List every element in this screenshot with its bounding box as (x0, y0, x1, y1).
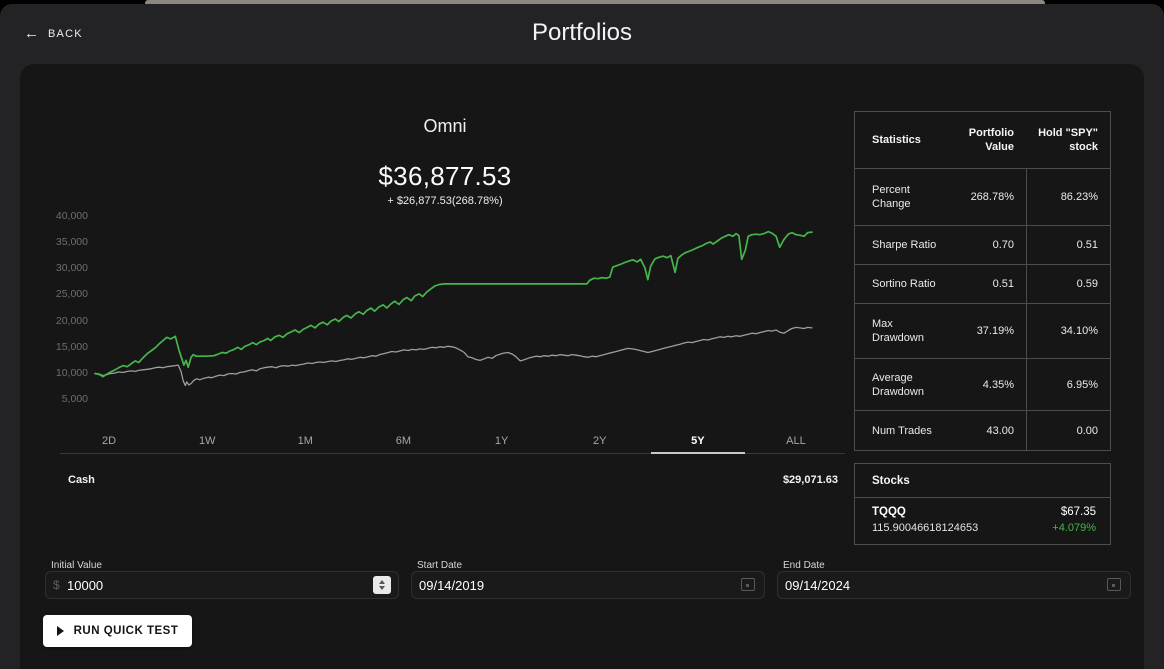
stepper-up-icon (379, 580, 385, 584)
stat-label: Sortino Ratio (855, 265, 942, 303)
stat-label: Max Drawdown (855, 304, 942, 358)
stat-portfolio-value: 0.70 (942, 226, 1026, 264)
stats-row: Average Drawdown4.35%6.95% (855, 359, 1110, 411)
y-axis-label: 10,000 (30, 367, 88, 379)
stat-spy-value: 0.00 (1026, 411, 1110, 450)
range-tab-1w[interactable]: 1W (158, 428, 256, 453)
range-tab-2d[interactable]: 2D (60, 428, 158, 453)
stocks-panel-title: Stocks (855, 464, 1110, 498)
run-quick-test-button[interactable]: RUN QUICK TEST (43, 615, 192, 647)
y-axis-label: 30,000 (30, 262, 88, 274)
range-tab-6m[interactable]: 6M (354, 428, 452, 453)
stats-row: Sortino Ratio0.510.59 (855, 265, 1110, 304)
range-tab-1m[interactable]: 1M (256, 428, 354, 453)
statistics-table: Statistics Portfolio Value Hold "SPY" st… (854, 111, 1111, 451)
portfolio-line (95, 232, 812, 377)
run-quick-test-label: RUN QUICK TEST (74, 625, 179, 637)
initial-value-label: Initial Value (51, 560, 102, 571)
y-axis-label: 35,000 (30, 236, 88, 248)
cash-row: Cash $29,071.63 (68, 474, 838, 486)
stock-shares: 115.90046618124653 (872, 522, 978, 534)
stat-spy-value: 0.59 (1026, 265, 1110, 303)
stats-row: Sharpe Ratio0.700.51 (855, 226, 1110, 265)
play-icon (57, 626, 64, 636)
stat-portfolio-value: 43.00 (942, 411, 1026, 450)
start-date-label: Start Date (417, 560, 462, 571)
portfolio-name: Omni (45, 116, 845, 137)
back-arrow-icon: ← (24, 26, 39, 41)
range-tab-all[interactable]: ALL (747, 428, 845, 453)
stat-spy-value: 86.23% (1026, 169, 1110, 225)
stat-spy-value: 6.95% (1026, 359, 1110, 410)
end-date-label: End Date (783, 560, 825, 571)
range-tab-1y[interactable]: 1Y (453, 428, 551, 453)
back-button[interactable]: ← BACK (24, 26, 83, 41)
stats-row: Percent Change268.78%86.23% (855, 169, 1110, 226)
initial-value-field: $ (45, 571, 399, 599)
number-stepper[interactable] (373, 576, 391, 594)
stocks-panel: Stocks TQQQ 115.90046618124653 $67.35 +4.07… (854, 463, 1111, 545)
stat-label: Num Trades (855, 411, 942, 450)
y-axis-label: 25,000 (30, 288, 88, 300)
stock-price: $67.35 (1052, 506, 1096, 518)
stat-portfolio-value: 268.78% (942, 169, 1026, 225)
portfolio-value: $36,877.53 (45, 161, 845, 192)
hold-spy-header: Hold "SPY" stock (1026, 126, 1110, 154)
range-tab-5y[interactable]: 5Y (649, 428, 747, 453)
range-tab-2y[interactable]: 2Y (551, 428, 649, 453)
chart-canvas[interactable] (45, 200, 845, 435)
cash-value: $29,071.63 (783, 474, 838, 486)
cash-label: Cash (68, 474, 95, 486)
calendar-icon[interactable] (741, 578, 755, 591)
stock-row[interactable]: TQQQ 115.90046618124653 $67.35 +4.079% (855, 498, 1110, 544)
y-axis-label: 20,000 (30, 315, 88, 327)
stat-label: Sharpe Ratio (855, 226, 942, 264)
end-date-field (777, 571, 1131, 599)
start-date-field (411, 571, 765, 599)
start-date-input[interactable] (412, 572, 764, 598)
y-axis-label: 5,000 (30, 393, 88, 405)
y-axis-label: 15,000 (30, 341, 88, 353)
stats-row: Max Drawdown37.19%34.10% (855, 304, 1110, 359)
range-tabs: 2D1W1M6M1Y2Y5YALL (60, 428, 845, 454)
y-axis-label: 40,000 (30, 210, 88, 222)
stepper-down-icon (379, 586, 385, 590)
back-label: BACK (48, 28, 83, 40)
initial-value-input[interactable] (46, 572, 398, 598)
stat-spy-value: 34.10% (1026, 304, 1110, 358)
portfolio-change: + $26,877.53(268.78%) (45, 195, 845, 207)
portfolio-value-header: Portfolio Value (942, 126, 1026, 154)
page-title: Portfolios (0, 19, 1164, 47)
stat-label: Percent Change (855, 169, 942, 225)
dollar-prefix: $ (53, 572, 60, 598)
stat-portfolio-value: 0.51 (942, 265, 1026, 303)
statistics-header-row: Statistics Portfolio Value Hold "SPY" st… (855, 112, 1110, 169)
end-date-input[interactable] (778, 572, 1130, 598)
stats-row: Num Trades43.000.00 (855, 411, 1110, 450)
stat-spy-value: 0.51 (1026, 226, 1110, 264)
stat-portfolio-value: 4.35% (942, 359, 1026, 410)
stock-symbol: TQQQ (872, 506, 978, 518)
statistics-header: Statistics (855, 133, 942, 147)
stat-portfolio-value: 37.19% (942, 304, 1026, 358)
stat-label: Average Drawdown (855, 359, 942, 410)
calendar-icon[interactable] (1107, 578, 1121, 591)
stock-change: +4.079% (1052, 522, 1096, 534)
